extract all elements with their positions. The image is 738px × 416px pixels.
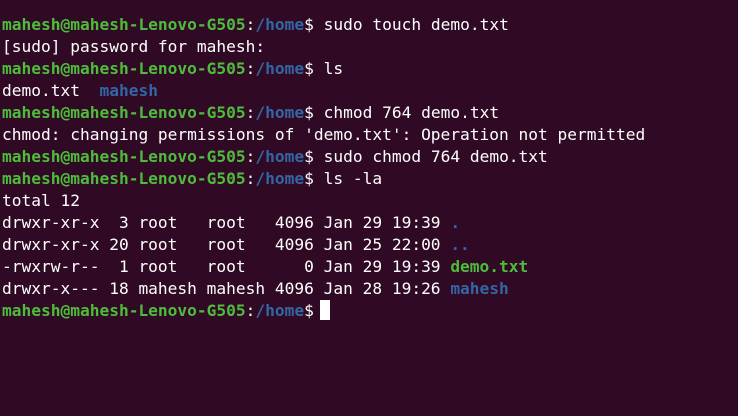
prompt-separator: :	[245, 147, 256, 166]
prompt-user-host: mahesh@mahesh-Lenovo-G505	[2, 15, 246, 34]
command-text: ls	[323, 59, 344, 78]
prompt-separator: :	[245, 59, 256, 78]
prompt-user-host: mahesh@mahesh-Lenovo-G505	[2, 169, 246, 188]
terminal-line: mahesh@mahesh-Lenovo-G505:/home$ ls -la	[2, 168, 738, 190]
terminal-line: total 12	[2, 190, 738, 212]
ls-entry-name: ..	[450, 235, 470, 254]
prompt-path: /home	[255, 59, 305, 78]
ls-gap	[80, 81, 100, 100]
prompt-user-host: mahesh@mahesh-Lenovo-G505	[2, 147, 246, 166]
output-text: total 12	[2, 191, 80, 210]
ls-entry-name: .	[450, 213, 461, 232]
prompt-separator: :	[245, 301, 256, 320]
prompt-path: /home	[255, 15, 305, 34]
ls-entry-meta: drwxr-x--- 18 mahesh mahesh 4096 Jan 28 …	[2, 279, 451, 298]
prompt-symbol: $	[304, 103, 314, 122]
prompt-symbol: $	[304, 15, 314, 34]
prompt-symbol: $	[304, 301, 314, 320]
prompt-user-host: mahesh@mahesh-Lenovo-G505	[2, 103, 246, 122]
prompt-symbol: $	[304, 169, 314, 188]
prompt-path: /home	[255, 169, 305, 188]
ls-entry-name: mahesh	[450, 279, 509, 298]
ls-entry-line: drwxr-x--- 18 mahesh mahesh 4096 Jan 28 …	[2, 278, 738, 300]
prompt-separator: :	[245, 169, 256, 188]
prompt-path: /home	[255, 301, 305, 320]
command-text: sudo touch demo.txt	[323, 15, 509, 34]
command-text: sudo chmod 764 demo.txt	[323, 147, 548, 166]
ls-entry-line: drwxr-xr-x 20 root root 4096 Jan 25 22:0…	[2, 234, 738, 256]
terminal-line: chmod: changing permissions of 'demo.txt…	[2, 124, 738, 146]
prompt-path: /home	[255, 103, 305, 122]
ls-entry-line: -rwxrw-r-- 1 root root 0 Jan 29 19:39 de…	[2, 256, 738, 278]
terminal-line: demo.txt mahesh	[2, 80, 738, 102]
ls-entry-line: drwxr-xr-x 3 root root 4096 Jan 29 19:39…	[2, 212, 738, 234]
ls-entry-meta: drwxr-xr-x 3 root root 4096 Jan 29 19:39	[2, 213, 451, 232]
ls-entry-meta: -rwxrw-r-- 1 root root 0 Jan 29 19:39	[2, 257, 451, 276]
prompt-user-host: mahesh@mahesh-Lenovo-G505	[2, 301, 246, 320]
error-output-text: chmod: changing permissions of 'demo.txt…	[2, 125, 646, 144]
terminal-line: mahesh@mahesh-Lenovo-G505:/home$ sudo to…	[2, 14, 738, 36]
terminal-line: mahesh@mahesh-Lenovo-G505:/home$ ls	[2, 58, 738, 80]
prompt-user-host: mahesh@mahesh-Lenovo-G505	[2, 59, 246, 78]
prompt-symbol: $	[304, 59, 314, 78]
ls-file-name: demo.txt	[2, 81, 80, 100]
text-cursor	[319, 300, 330, 320]
ls-entry-name: demo.txt	[450, 257, 529, 276]
ls-entry-meta: drwxr-xr-x 20 root root 4096 Jan 25 22:0…	[2, 235, 451, 254]
active-prompt-line[interactable]: mahesh@mahesh-Lenovo-G505:/home$	[2, 300, 738, 322]
prompt-separator: :	[245, 15, 256, 34]
command-text: ls -la	[323, 169, 383, 188]
prompt-symbol: $	[304, 147, 314, 166]
terminal-window[interactable]: mahesh@mahesh-Lenovo-G505:/home$ sudo to…	[0, 0, 738, 416]
prompt-path: /home	[255, 147, 305, 166]
terminal-line: mahesh@mahesh-Lenovo-G505:/home$ sudo ch…	[2, 146, 738, 168]
prompt-separator: :	[245, 103, 256, 122]
ls-dir-name: mahesh	[99, 81, 158, 100]
terminal-line: mahesh@mahesh-Lenovo-G505:/home$ chmod 7…	[2, 102, 738, 124]
output-text: [sudo] password for mahesh:	[2, 37, 266, 56]
terminal-line: [sudo] password for mahesh:	[2, 36, 738, 58]
command-text: chmod 764 demo.txt	[323, 103, 500, 122]
